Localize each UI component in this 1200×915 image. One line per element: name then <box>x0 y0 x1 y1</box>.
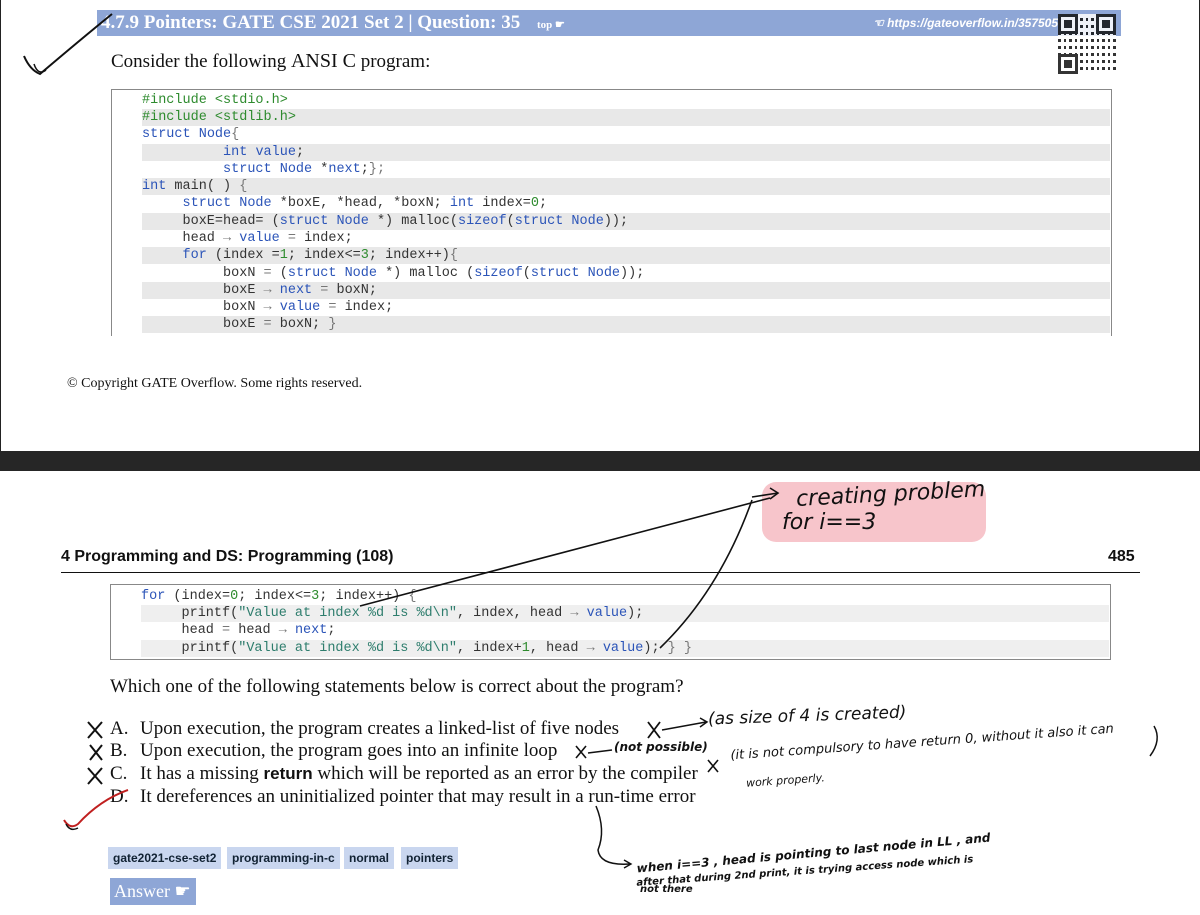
cross-icon <box>647 721 661 739</box>
check-mark-icon <box>63 789 129 828</box>
cross-icon <box>575 745 587 759</box>
check-mark-icon <box>23 13 113 76</box>
cross-icon <box>707 759 719 773</box>
cross-icon <box>87 767 103 785</box>
ink-strokes <box>23 13 1158 869</box>
cross-icon <box>89 744 103 761</box>
cross-icon <box>87 721 103 739</box>
arrow-line-head-value <box>659 499 753 649</box>
